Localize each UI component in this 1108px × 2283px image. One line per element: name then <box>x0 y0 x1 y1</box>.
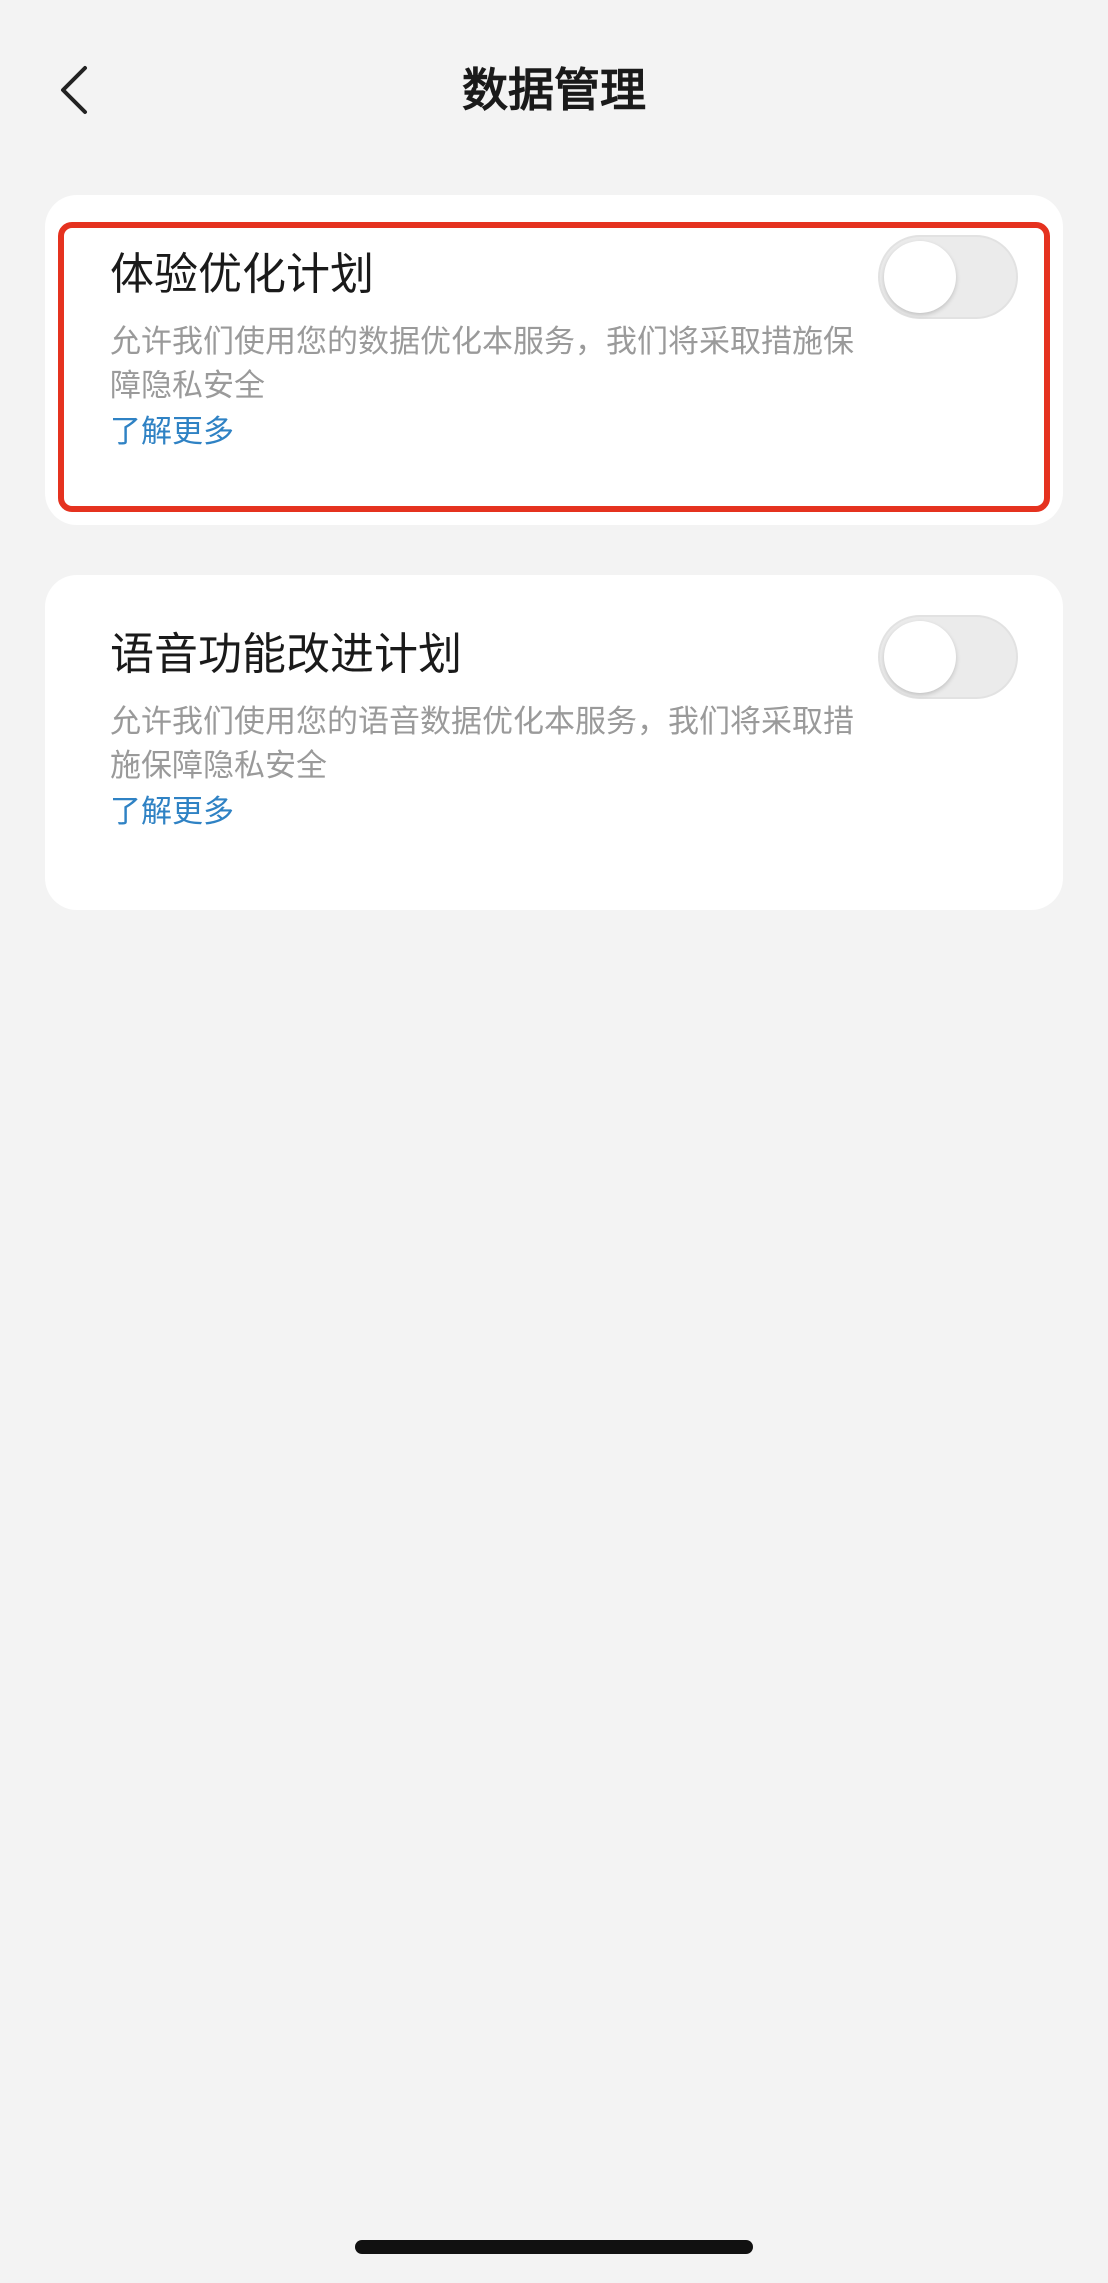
setting-title: 体验优化计划 <box>110 249 374 300</box>
setting-card-experience-optimization: 体验优化计划 允许我们使用您的数据优化本服务，我们将采取措施保障隐私安全 了解更… <box>45 195 1063 525</box>
setting-description: 允许我们使用您的数据优化本服务，我们将采取措施保障隐私安全 <box>110 324 854 404</box>
chevron-left-icon <box>61 66 87 114</box>
page-title: 数据管理 <box>462 63 646 117</box>
setting-description: 允许我们使用您的语音数据优化本服务，我们将采取措施保障隐私安全 <box>110 704 854 784</box>
experience-optimization-toggle[interactable] <box>878 235 1018 319</box>
home-indicator[interactable] <box>355 2240 753 2254</box>
back-button[interactable] <box>40 50 110 130</box>
learn-more-link[interactable]: 了解更多 <box>110 410 234 454</box>
toggle-knob <box>884 241 956 313</box>
voice-improvement-toggle[interactable] <box>878 615 1018 699</box>
setting-title: 语音功能改进计划 <box>110 629 462 680</box>
header: 数据管理 <box>0 0 1108 180</box>
learn-more-link[interactable]: 了解更多 <box>110 790 234 834</box>
setting-card-voice-improvement: 语音功能改进计划 允许我们使用您的语音数据优化本服务，我们将采取措施保障隐私安全… <box>45 575 1063 910</box>
toggle-knob <box>884 621 956 693</box>
